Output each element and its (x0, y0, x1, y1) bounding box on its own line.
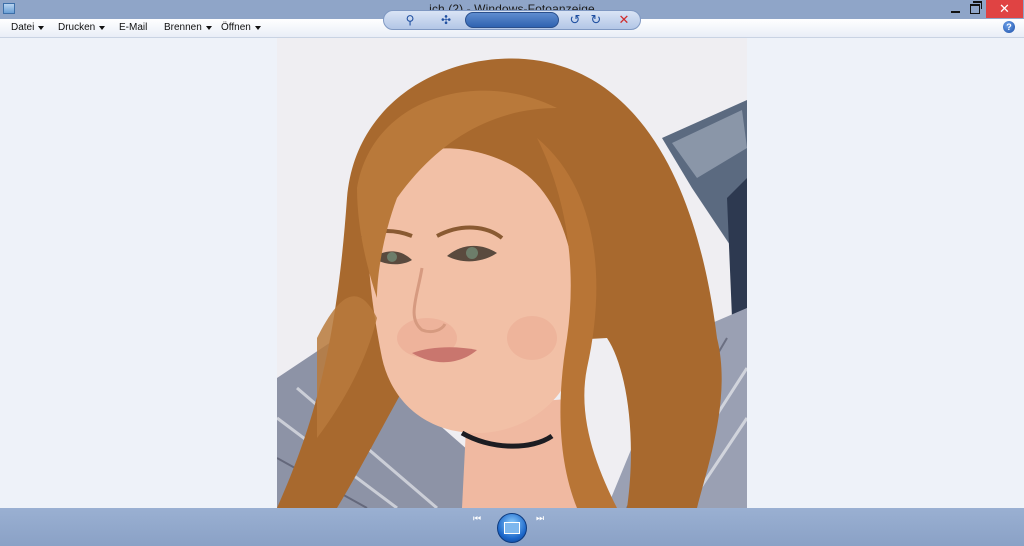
next-icon: ⏭ (536, 513, 545, 523)
menu-datei-label: Datei (11, 22, 35, 33)
zoom-icon: ⚲ (405, 13, 415, 27)
delete-button[interactable]: ✕ (615, 9, 633, 31)
menu-datei[interactable]: Datei (11, 22, 45, 33)
menu-brennen-label: Brennen (164, 22, 202, 33)
rotate-right-icon: ↻ (590, 12, 602, 27)
chevron-down-icon (38, 26, 45, 30)
restore-button[interactable] (962, 0, 988, 18)
minimize-icon (950, 11, 960, 13)
slideshow-icon (504, 522, 520, 534)
previous-button[interactable]: ⏮ (473, 513, 481, 524)
menu-email[interactable]: E-Mail (119, 22, 147, 33)
fit-window-icon: ✣ (440, 13, 452, 27)
restore-icon (970, 1, 982, 14)
chevron-down-icon (99, 26, 106, 30)
chevron-down-icon (205, 26, 212, 30)
photo-display (277, 38, 747, 508)
menu-email-label: E-Mail (119, 22, 148, 33)
rotate-left-icon: ↺ (569, 12, 581, 27)
menu-drucken-label: Drucken (58, 22, 96, 33)
menu-drucken[interactable]: Drucken (58, 22, 106, 33)
actual-size-button[interactable]: ✣ (436, 9, 456, 31)
help-icon[interactable]: ? (1003, 21, 1015, 33)
slideshow-button[interactable] (497, 513, 527, 543)
close-icon: ✕ (999, 1, 1010, 16)
delete-icon: ✕ (618, 12, 630, 27)
close-button[interactable]: ✕ (986, 0, 1023, 18)
menu-oeffnen-label: Öffnen (221, 22, 251, 33)
portrait-photo (277, 38, 747, 508)
next-button[interactable]: ⏭ (536, 513, 544, 524)
zoom-button[interactable]: ⚲ (398, 9, 422, 31)
chevron-down-icon (254, 26, 261, 30)
previous-icon: ⏮ (473, 513, 482, 523)
rotate-right-button[interactable]: ↻ (587, 9, 605, 31)
menu-brennen[interactable]: Brennen (164, 22, 212, 33)
menu-oeffnen[interactable]: Öffnen (221, 22, 261, 33)
navigation-group (465, 12, 559, 28)
rotate-left-button[interactable]: ↺ (566, 9, 584, 31)
